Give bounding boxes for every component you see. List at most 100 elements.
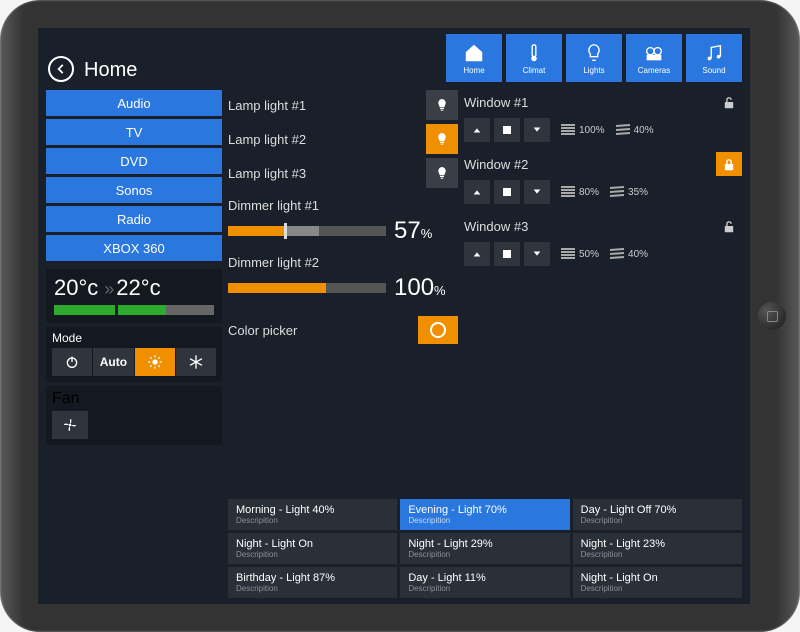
scene-button[interactable]: Night - Light On Descripition xyxy=(228,533,397,564)
scene-desc: Descripition xyxy=(581,584,734,593)
scene-title: Morning - Light 40% xyxy=(236,504,389,516)
topnav-label: Lights xyxy=(583,66,604,75)
temp-current: 20°c xyxy=(54,275,98,301)
windows-column: Window #1 100% 40% Window #2 80% 35% Win… xyxy=(464,90,742,495)
scene-title: Night - Light 23% xyxy=(581,538,734,550)
temp-progress-bar[interactable] xyxy=(54,305,214,315)
sidebar-column: Audio TV DVD Sonos Radio XBOX 360 20°c » 22°c… xyxy=(46,90,222,598)
window-down-button[interactable] xyxy=(524,180,550,204)
sidebar-item-dvd[interactable]: DVD xyxy=(46,148,222,174)
window-lock-button[interactable] xyxy=(716,152,742,176)
scene-desc: Descripition xyxy=(581,550,734,559)
window-name: Window #3 xyxy=(464,219,716,234)
scene-button[interactable]: Morning - Light 40% Descripition xyxy=(228,499,397,530)
window-lock-button[interactable] xyxy=(716,214,742,238)
window-lock-button[interactable] xyxy=(716,90,742,114)
blind-indicator: 50% xyxy=(560,247,599,261)
fan-button[interactable] xyxy=(52,411,88,439)
body: Audio TV DVD Sonos Radio XBOX 360 20°c » 22°c… xyxy=(38,86,750,604)
lamp-row: Lamp light #1 xyxy=(228,90,458,120)
window-stop-button[interactable] xyxy=(494,118,520,142)
mode-heat-button[interactable] xyxy=(135,348,175,376)
sidebar-item-sonos[interactable]: Sonos xyxy=(46,177,222,203)
fan-panel: Fan xyxy=(46,386,222,445)
dimmer-name: Dimmer light #2 xyxy=(228,255,458,270)
scene-button[interactable]: Birthday - Light 87% Descripition xyxy=(228,567,397,598)
mid-right-row: Lamp light #1 Lamp light #2 Lamp light #… xyxy=(228,90,742,495)
window-panel: Window #2 80% 35% xyxy=(464,152,742,204)
blind-indicator: 80% xyxy=(560,185,599,199)
window-stop-button[interactable] xyxy=(494,242,520,266)
lamp-name: Lamp light #1 xyxy=(228,98,426,113)
mode-panel: Mode Auto xyxy=(46,327,222,382)
tilt-indicator: 35% xyxy=(609,185,648,199)
mode-label: Mode xyxy=(52,331,216,345)
window-down-button[interactable] xyxy=(524,242,550,266)
fan-label: Fan xyxy=(52,390,80,407)
window-name: Window #2 xyxy=(464,157,716,172)
lamp-row: Lamp light #2 xyxy=(228,124,458,154)
topnav-cameras[interactable]: Cameras xyxy=(626,34,682,82)
sidebar-item-radio[interactable]: Radio xyxy=(46,206,222,232)
window-stop-button[interactable] xyxy=(494,180,520,204)
window-down-button[interactable] xyxy=(524,118,550,142)
lamp-name: Lamp light #2 xyxy=(228,132,426,147)
device-home-button[interactable] xyxy=(758,302,786,330)
topnav-label: Climat xyxy=(523,66,546,75)
back-button[interactable] xyxy=(48,56,74,82)
topnav-home[interactable]: Home xyxy=(446,34,502,82)
tablet-frame: Home HomeClimatLightsCamerasSound AudioT… xyxy=(0,0,800,632)
lamp-name: Lamp light #3 xyxy=(228,166,426,181)
scene-button[interactable]: Night - Light On Descripition xyxy=(573,567,742,598)
window-up-button[interactable] xyxy=(464,180,490,204)
sidebar-item-audio[interactable]: Audio xyxy=(46,90,222,116)
color-picker-button[interactable] xyxy=(418,316,458,344)
topnav-label: Cameras xyxy=(638,66,670,75)
scene-button[interactable]: Night - Light 29% Descripition xyxy=(400,533,569,564)
picker-label: Color picker xyxy=(228,323,418,338)
header: Home HomeClimatLightsCamerasSound xyxy=(38,28,750,86)
window-up-button[interactable] xyxy=(464,242,490,266)
dimmer-slider[interactable] xyxy=(228,283,386,293)
right-container: Lamp light #1 Lamp light #2 Lamp light #… xyxy=(228,90,742,598)
dimmer-slider[interactable] xyxy=(228,226,386,236)
scene-button[interactable]: Evening - Light 70% Descripition xyxy=(400,499,569,530)
scene-title: Night - Light On xyxy=(236,538,389,550)
tilt-indicator: 40% xyxy=(615,123,654,137)
dimmer: Dimmer light #1 57% xyxy=(228,198,458,245)
scene-title: Birthday - Light 87% xyxy=(236,572,389,584)
sidebar-item-tv[interactable]: TV xyxy=(46,119,222,145)
scene-button[interactable]: Day - Light Off 70% Descripition xyxy=(573,499,742,530)
blind-indicator: 100% xyxy=(560,123,605,137)
lamp-toggle[interactable] xyxy=(426,124,458,154)
screen: Home HomeClimatLightsCamerasSound AudioT… xyxy=(38,28,750,604)
scene-desc: Descripition xyxy=(408,584,561,593)
tilt-indicator: 40% xyxy=(609,247,648,261)
sidebar-item-xbox-360[interactable]: XBOX 360 xyxy=(46,235,222,261)
lamp-toggle[interactable] xyxy=(426,158,458,188)
lamp-toggle[interactable] xyxy=(426,90,458,120)
scene-desc: Descripition xyxy=(236,584,389,593)
scene-title: Day - Light Off 70% xyxy=(581,504,734,516)
window-name: Window #1 xyxy=(464,95,716,110)
topnav-sound[interactable]: Sound xyxy=(686,34,742,82)
scene-button[interactable]: Day - Light 11% Descripition xyxy=(400,567,569,598)
topnav-label: Home xyxy=(463,66,484,75)
mode-cool-button[interactable] xyxy=(176,348,216,376)
topnav-lights[interactable]: Lights xyxy=(566,34,622,82)
temp-target: 22°c xyxy=(116,275,160,301)
mode-auto-button[interactable]: Auto xyxy=(93,348,133,376)
topnav-label: Sound xyxy=(702,66,725,75)
scene-button[interactable]: Night - Light 23% Descripition xyxy=(573,533,742,564)
mode-power-button[interactable] xyxy=(52,348,92,376)
tilt-value: 35% xyxy=(628,187,648,198)
dimmer-value: 100% xyxy=(394,274,458,302)
blind-value: 80% xyxy=(579,187,599,198)
lights-column: Lamp light #1 Lamp light #2 Lamp light #… xyxy=(228,90,458,495)
dimmer-name: Dimmer light #1 xyxy=(228,198,458,213)
color-picker-row: Color picker xyxy=(228,316,458,344)
window-up-button[interactable] xyxy=(464,118,490,142)
topnav-climat[interactable]: Climat xyxy=(506,34,562,82)
scene-desc: Descripition xyxy=(236,550,389,559)
temp-arrow-icon: » xyxy=(104,279,110,300)
